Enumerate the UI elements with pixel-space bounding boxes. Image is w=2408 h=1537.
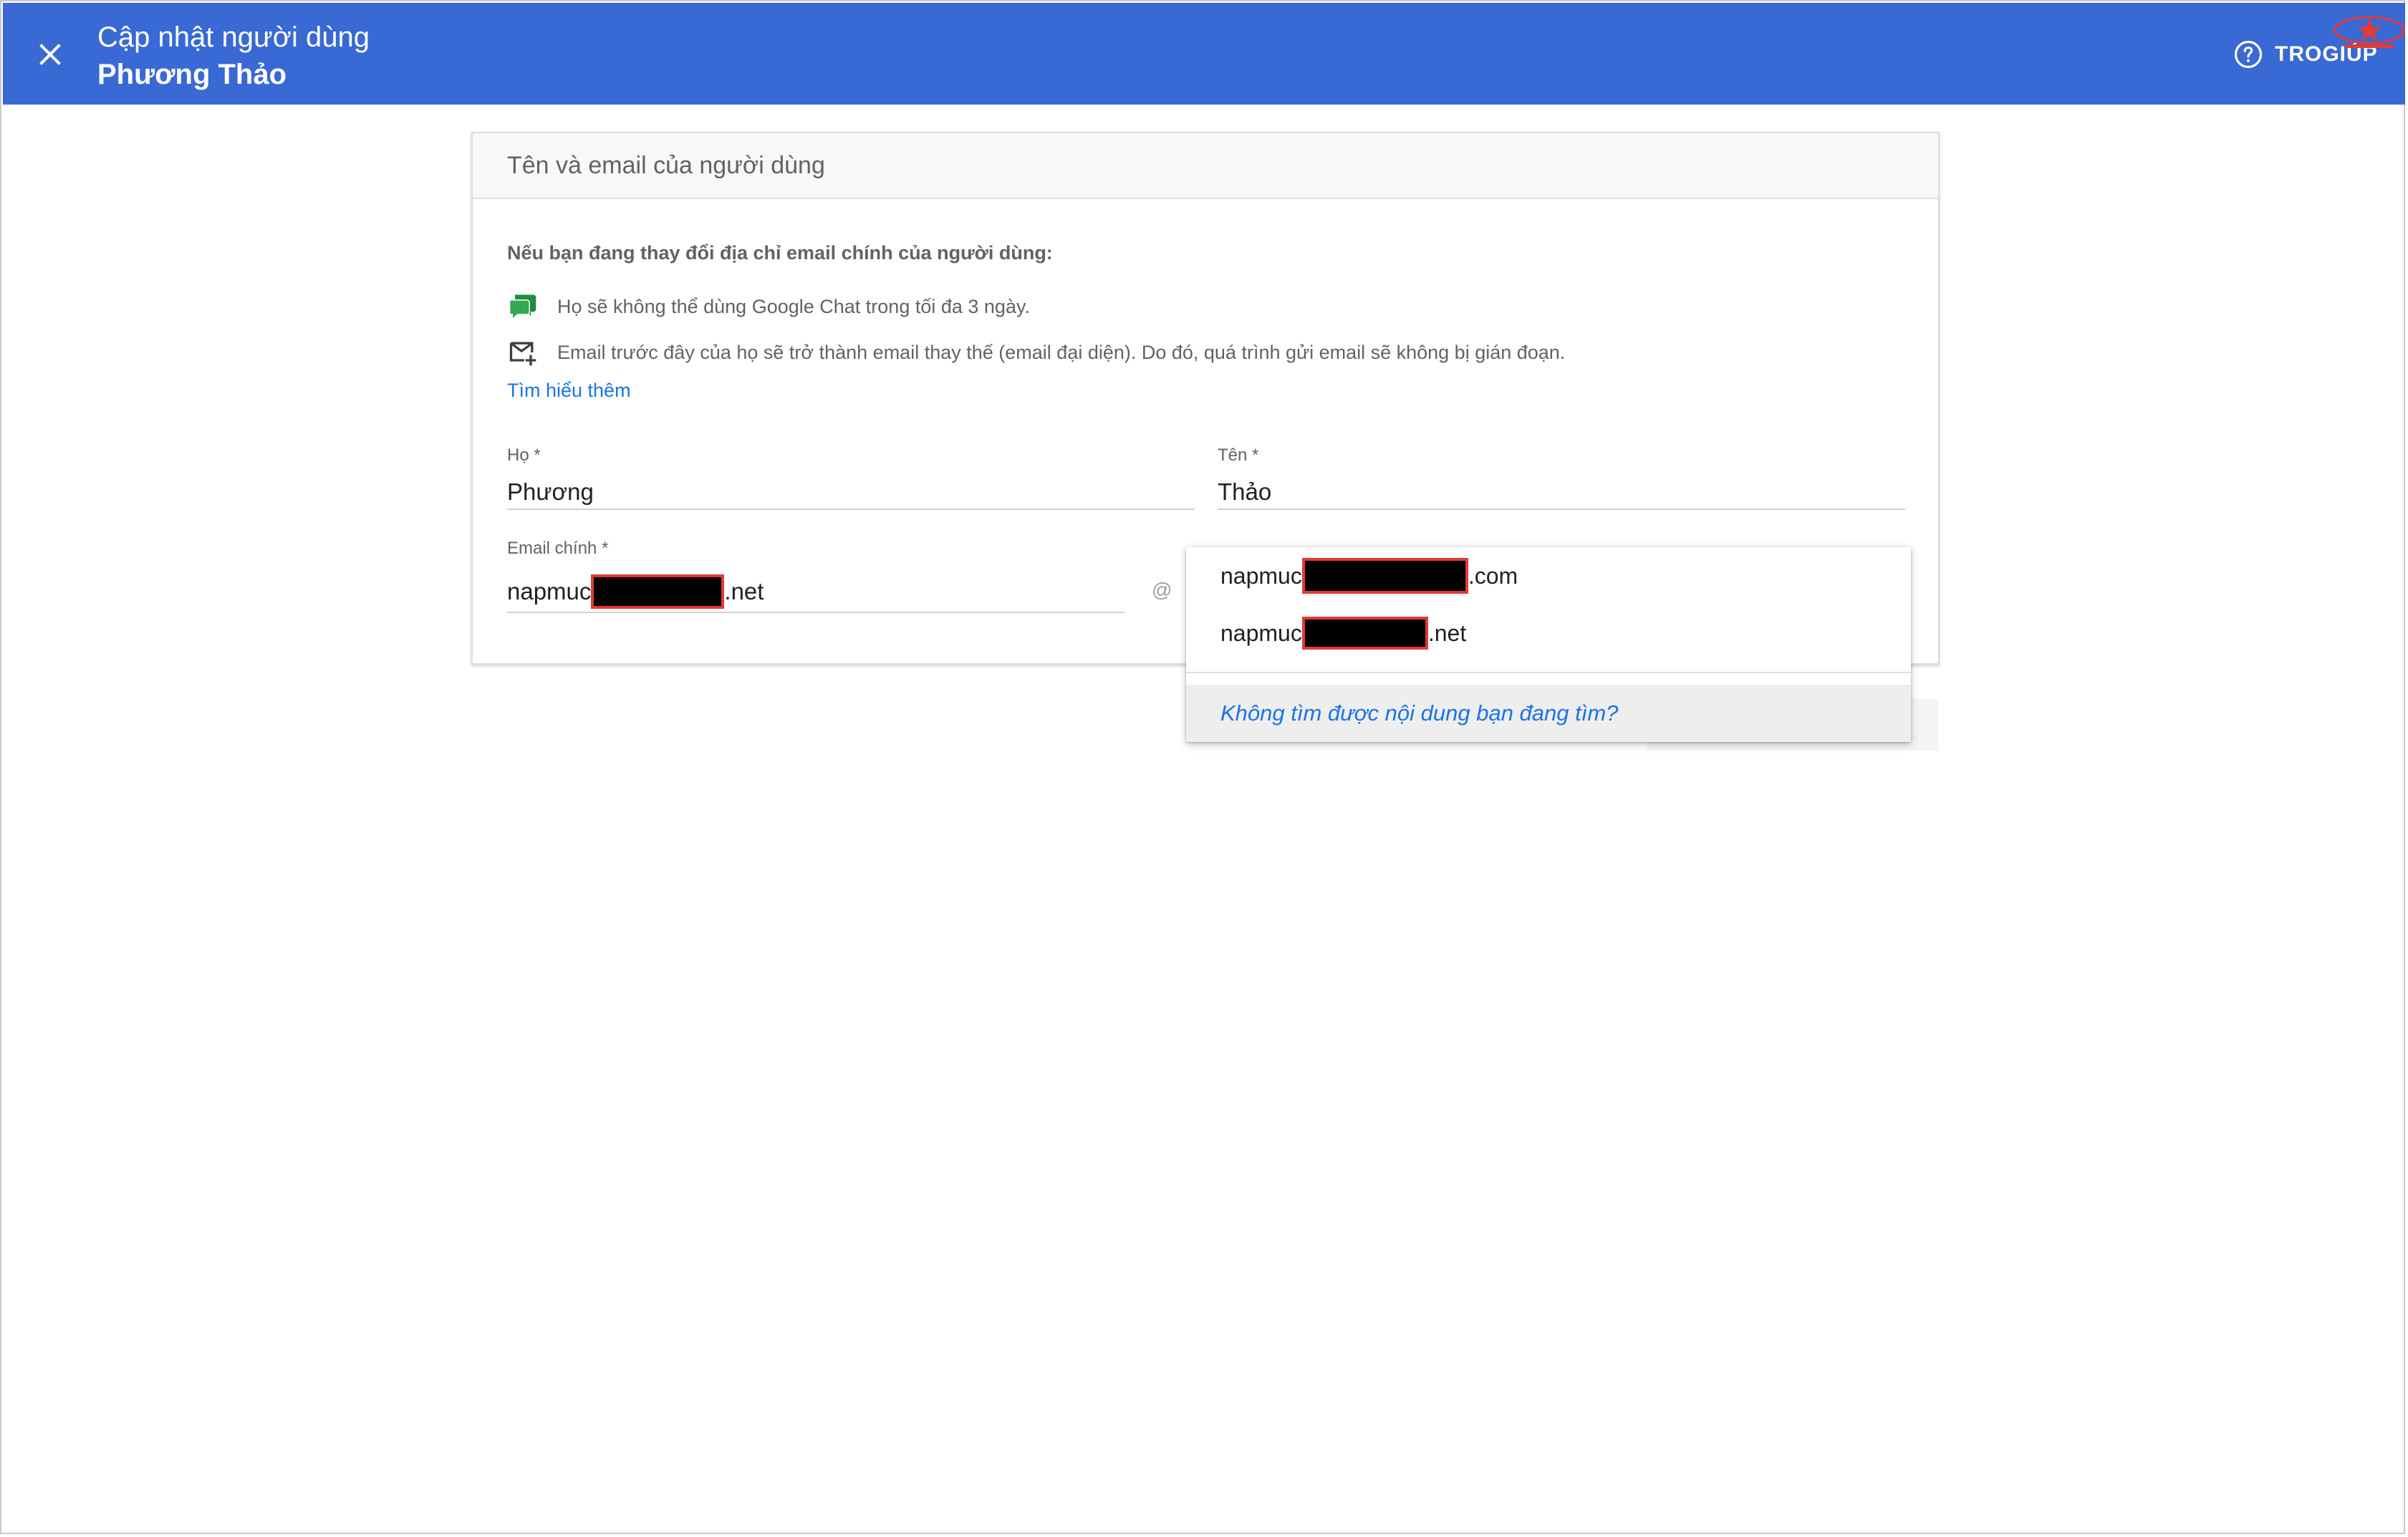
dropdown-divider — [1186, 672, 1911, 673]
domain-dropdown: napmuc .com napmuc .net Không tìm được n… — [1186, 547, 1911, 742]
close-button[interactable] — [33, 37, 67, 72]
redacted-block — [1301, 617, 1428, 650]
domain-option-prefix: napmuc — [1220, 562, 1302, 589]
last-name-label: Họ * — [507, 445, 541, 465]
primary-email-label: Email chính * — [507, 539, 609, 558]
help-circle-icon — [2234, 40, 2263, 69]
redacted-block — [591, 574, 725, 609]
card-title: Tên và email của người dùng — [507, 152, 825, 179]
primary-email-input[interactable]: napmuc .net — [507, 572, 1124, 613]
google-chat-icon — [507, 291, 539, 322]
notice-chat: Họ sẽ không thể dùng Google Chat trong t… — [507, 291, 1030, 322]
first-name-input[interactable] — [1218, 476, 1905, 510]
domain-option[interactable]: napmuc .com — [1186, 547, 1911, 604]
at-sign: @ — [1152, 579, 1172, 601]
card-header: Tên và email của người dùng — [473, 133, 1938, 199]
last-name-input[interactable] — [507, 476, 1195, 510]
domain-option-prefix: napmuc — [1220, 620, 1302, 646]
notice-email-alias: Email trước đây của họ sẽ trở thành emai… — [507, 337, 1565, 368]
notice-chat-text: Họ sẽ không thể dùng Google Chat trong t… — [557, 295, 1030, 317]
page-title: Cập nhật người dùng — [97, 21, 370, 53]
email-prefix: napmuc — [507, 578, 592, 604]
cant-find-link[interactable]: Không tìm được nội dung bạn đang tìm? — [1186, 685, 1911, 742]
user-name-subtitle: Phương Thảo — [97, 59, 287, 90]
learn-more-link[interactable]: Tìm hiểu thêm — [507, 380, 631, 402]
notice-heading: Nếu bạn đang thay đổi địa chỉ email chín… — [507, 242, 1053, 264]
watermark-logo-icon — [2334, 16, 2405, 48]
domain-option-suffix: .com — [1468, 562, 1518, 589]
mail-add-icon — [507, 337, 539, 368]
top-app-bar: Cập nhật người dùng Phương Thảo TROGIÚP — [3, 3, 2405, 105]
domain-option-suffix: .net — [1427, 620, 1467, 646]
email-suffix: .net — [724, 578, 764, 604]
redacted-block — [1301, 558, 1468, 594]
domain-option[interactable]: napmuc .net — [1186, 604, 1911, 662]
close-icon — [39, 44, 61, 65]
first-name-label: Tên * — [1218, 445, 1259, 465]
notice-email-alias-text: Email trước đây của họ sẽ trở thành emai… — [557, 341, 1566, 363]
watermark-logo — [2331, 9, 2408, 54]
